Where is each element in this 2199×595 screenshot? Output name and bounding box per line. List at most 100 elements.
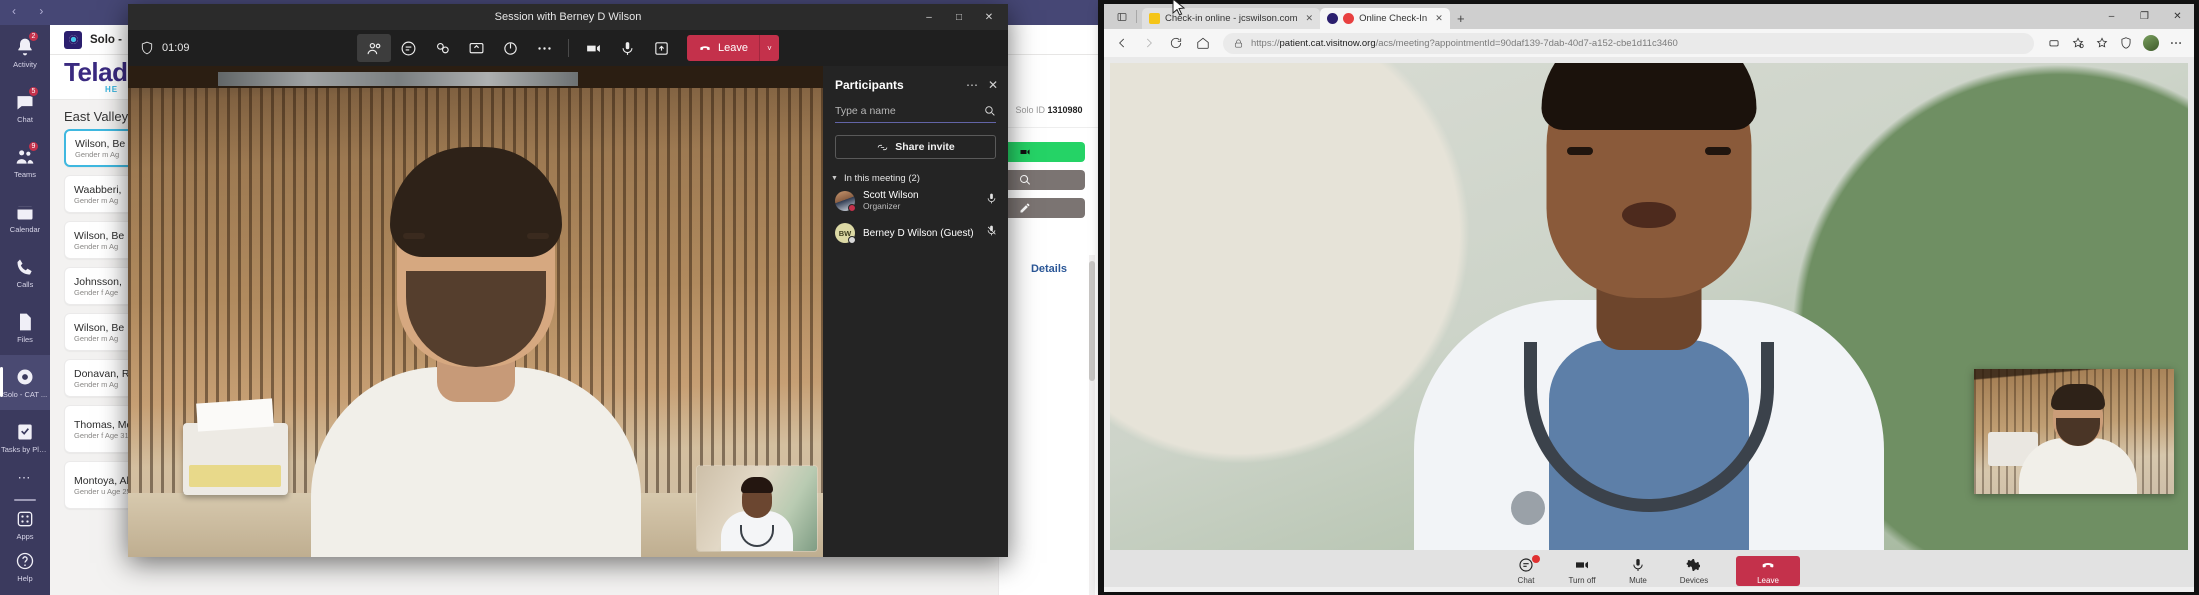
share-invite-button[interactable]: Share invite (835, 135, 996, 159)
more-reactions-button[interactable] (493, 34, 527, 62)
video-printer (183, 423, 288, 495)
sidebar-item-calls[interactable]: Calls (0, 245, 50, 300)
mute-button[interactable]: Mute (1610, 557, 1666, 585)
share-tray-icon (654, 41, 668, 55)
browser-close-button[interactable]: ✕ (2161, 4, 2194, 29)
chat-button[interactable] (391, 34, 425, 62)
participant-name: Scott Wilson (863, 190, 919, 201)
meeting-toolbar: 01:09 Leave ˅ (128, 30, 1008, 66)
participant-search-input[interactable] (835, 104, 983, 117)
participant-row[interactable]: Scott Wilson Organizer (823, 184, 1008, 217)
leave-button[interactable]: Leave (687, 35, 759, 61)
share-screen-button[interactable] (459, 34, 493, 62)
teladoc-logo: Telad (64, 57, 128, 87)
forward-button[interactable] (1137, 32, 1161, 54)
home-button[interactable] (1191, 32, 1215, 54)
camera-button[interactable] (576, 34, 610, 62)
share-invite-label: Share invite (895, 141, 955, 153)
participant-row[interactable]: BW Berney D Wilson (Guest) (823, 217, 1008, 249)
participant-name: Berney D Wilson (Guest) (863, 227, 974, 239)
leave-call-label: Leave (1757, 576, 1779, 585)
patient-detail-panel: Solo ID 1310980 Details Test Consent For… (754, 55, 1098, 595)
browser-essentials-button[interactable] (2114, 32, 2138, 54)
new-tab-button[interactable]: + (1450, 8, 1472, 29)
recording-indicator-icon (1343, 13, 1355, 24)
close-icon[interactable]: ✕ (1306, 13, 1314, 24)
favorites-add-button[interactable] (2066, 32, 2090, 54)
leave-options-caret[interactable]: ˅ (758, 35, 779, 61)
sidebar-item-label: Chat (17, 115, 33, 124)
microphone-button[interactable] (610, 34, 644, 62)
people-icon (367, 42, 380, 54)
participants-panel: Participants ⋯ ✕ Share invite ▼ In this … (823, 66, 1008, 557)
lock-icon (1234, 39, 1243, 47)
browser-minimize-button[interactable]: – (2095, 4, 2128, 29)
leave-button-label: Leave (718, 42, 748, 54)
close-icon[interactable]: ✕ (1435, 13, 1443, 24)
camera-toggle-button[interactable]: Turn off (1554, 557, 1610, 585)
devices-button[interactable]: Devices (1666, 557, 1722, 585)
favicon-icon (1149, 13, 1160, 24)
browser-tab-inactive[interactable]: Check-in online - jcswilson.com ✕ (1142, 8, 1321, 29)
solo-id-label: Solo ID (1015, 105, 1045, 115)
browser-restore-button[interactable]: ❐ (2128, 4, 2161, 29)
participants-close-button[interactable]: ✕ (988, 78, 998, 92)
hangup-icon (1762, 563, 1774, 568)
ellipsis-icon (537, 46, 551, 50)
meeting-controls: Leave ˅ (357, 34, 779, 62)
leave-meeting-control[interactable]: Leave ˅ (687, 35, 779, 61)
more-options-button[interactable] (527, 34, 561, 62)
sidebar-item-activity[interactable]: 2 Activity (0, 25, 50, 80)
microphone-icon (622, 41, 632, 55)
screen-root: ‹ › 2 Activity 5 Chat 9 Teams Calendar Calls Fil… (0, 0, 2199, 595)
sidebar-item-files[interactable]: Files (0, 300, 50, 355)
meeting-close-button[interactable]: ✕ (974, 4, 1004, 30)
refresh-button[interactable] (1164, 32, 1188, 54)
back-button[interactable] (1110, 32, 1134, 54)
collections-button[interactable] (2042, 32, 2066, 54)
meeting-maximize-button[interactable]: □ (944, 4, 974, 30)
notification-badge: 5 (28, 86, 39, 97)
sidebar-item-help[interactable]: Help (0, 545, 50, 587)
participants-search[interactable] (835, 104, 996, 123)
presence-badge (848, 203, 856, 212)
share-content-button[interactable] (644, 34, 678, 62)
address-bar[interactable]: https://patient.cat.visitnow.org/acs/mee… (1223, 32, 2034, 54)
self-view-video[interactable] (697, 466, 817, 551)
participants-more-button[interactable]: ⋯ (966, 78, 978, 92)
participants-button[interactable] (357, 34, 392, 62)
profile-avatar[interactable] (2143, 35, 2159, 51)
printer-tray (189, 465, 281, 487)
sidebar-item-solo-cat[interactable]: Solo - CAT ... (0, 355, 50, 410)
leave-call-button[interactable]: Leave (1736, 556, 1800, 586)
search-icon (985, 106, 995, 116)
browser-tab-active[interactable]: Online Check-In ✕ (1320, 8, 1450, 29)
teams-nav-arrows[interactable]: ‹ › (12, 4, 53, 18)
browser-toolbar-right (2042, 32, 2188, 54)
reaction-icon (503, 41, 517, 55)
detail-scrollbar-thumb[interactable] (1089, 261, 1095, 381)
remote-video-stage[interactable] (128, 66, 823, 557)
favorites-button[interactable] (2090, 32, 2114, 54)
mic-on-icon[interactable] (985, 192, 998, 210)
solo-app-icon (64, 30, 82, 49)
mic-muted-icon[interactable] (985, 224, 998, 242)
sidebar-bottom-group: Apps Help (0, 503, 50, 587)
sidebar-item-apps[interactable]: Apps (0, 503, 50, 545)
sidebar-item-tasks-by-pla[interactable]: Tasks by Pla... (0, 410, 50, 465)
meeting-minimize-button[interactable]: – (914, 4, 944, 30)
in-this-meeting-group[interactable]: ▼ In this meeting (2) (831, 173, 1008, 184)
tab-actions-icon[interactable] (1110, 4, 1134, 29)
sidebar-item-teams[interactable]: 9 Teams (0, 135, 50, 190)
settings-more-button[interactable] (2164, 32, 2188, 54)
sidebar-item-calendar[interactable]: Calendar (0, 190, 50, 245)
sidebar-more-button[interactable]: ⋯ (0, 465, 50, 491)
meeting-title-bar: Session with Berney D Wilson – □ ✕ (128, 4, 1008, 30)
hangup-icon (700, 46, 710, 51)
sidebar-item-chat[interactable]: 5 Chat (0, 80, 50, 135)
patient-self-view[interactable] (1974, 369, 2174, 494)
details-tab[interactable]: Details (999, 263, 1098, 275)
raise-hand-button[interactable] (425, 34, 459, 62)
chat-button[interactable]: Chat (1498, 555, 1554, 585)
provider-video[interactable] (1110, 63, 2188, 550)
